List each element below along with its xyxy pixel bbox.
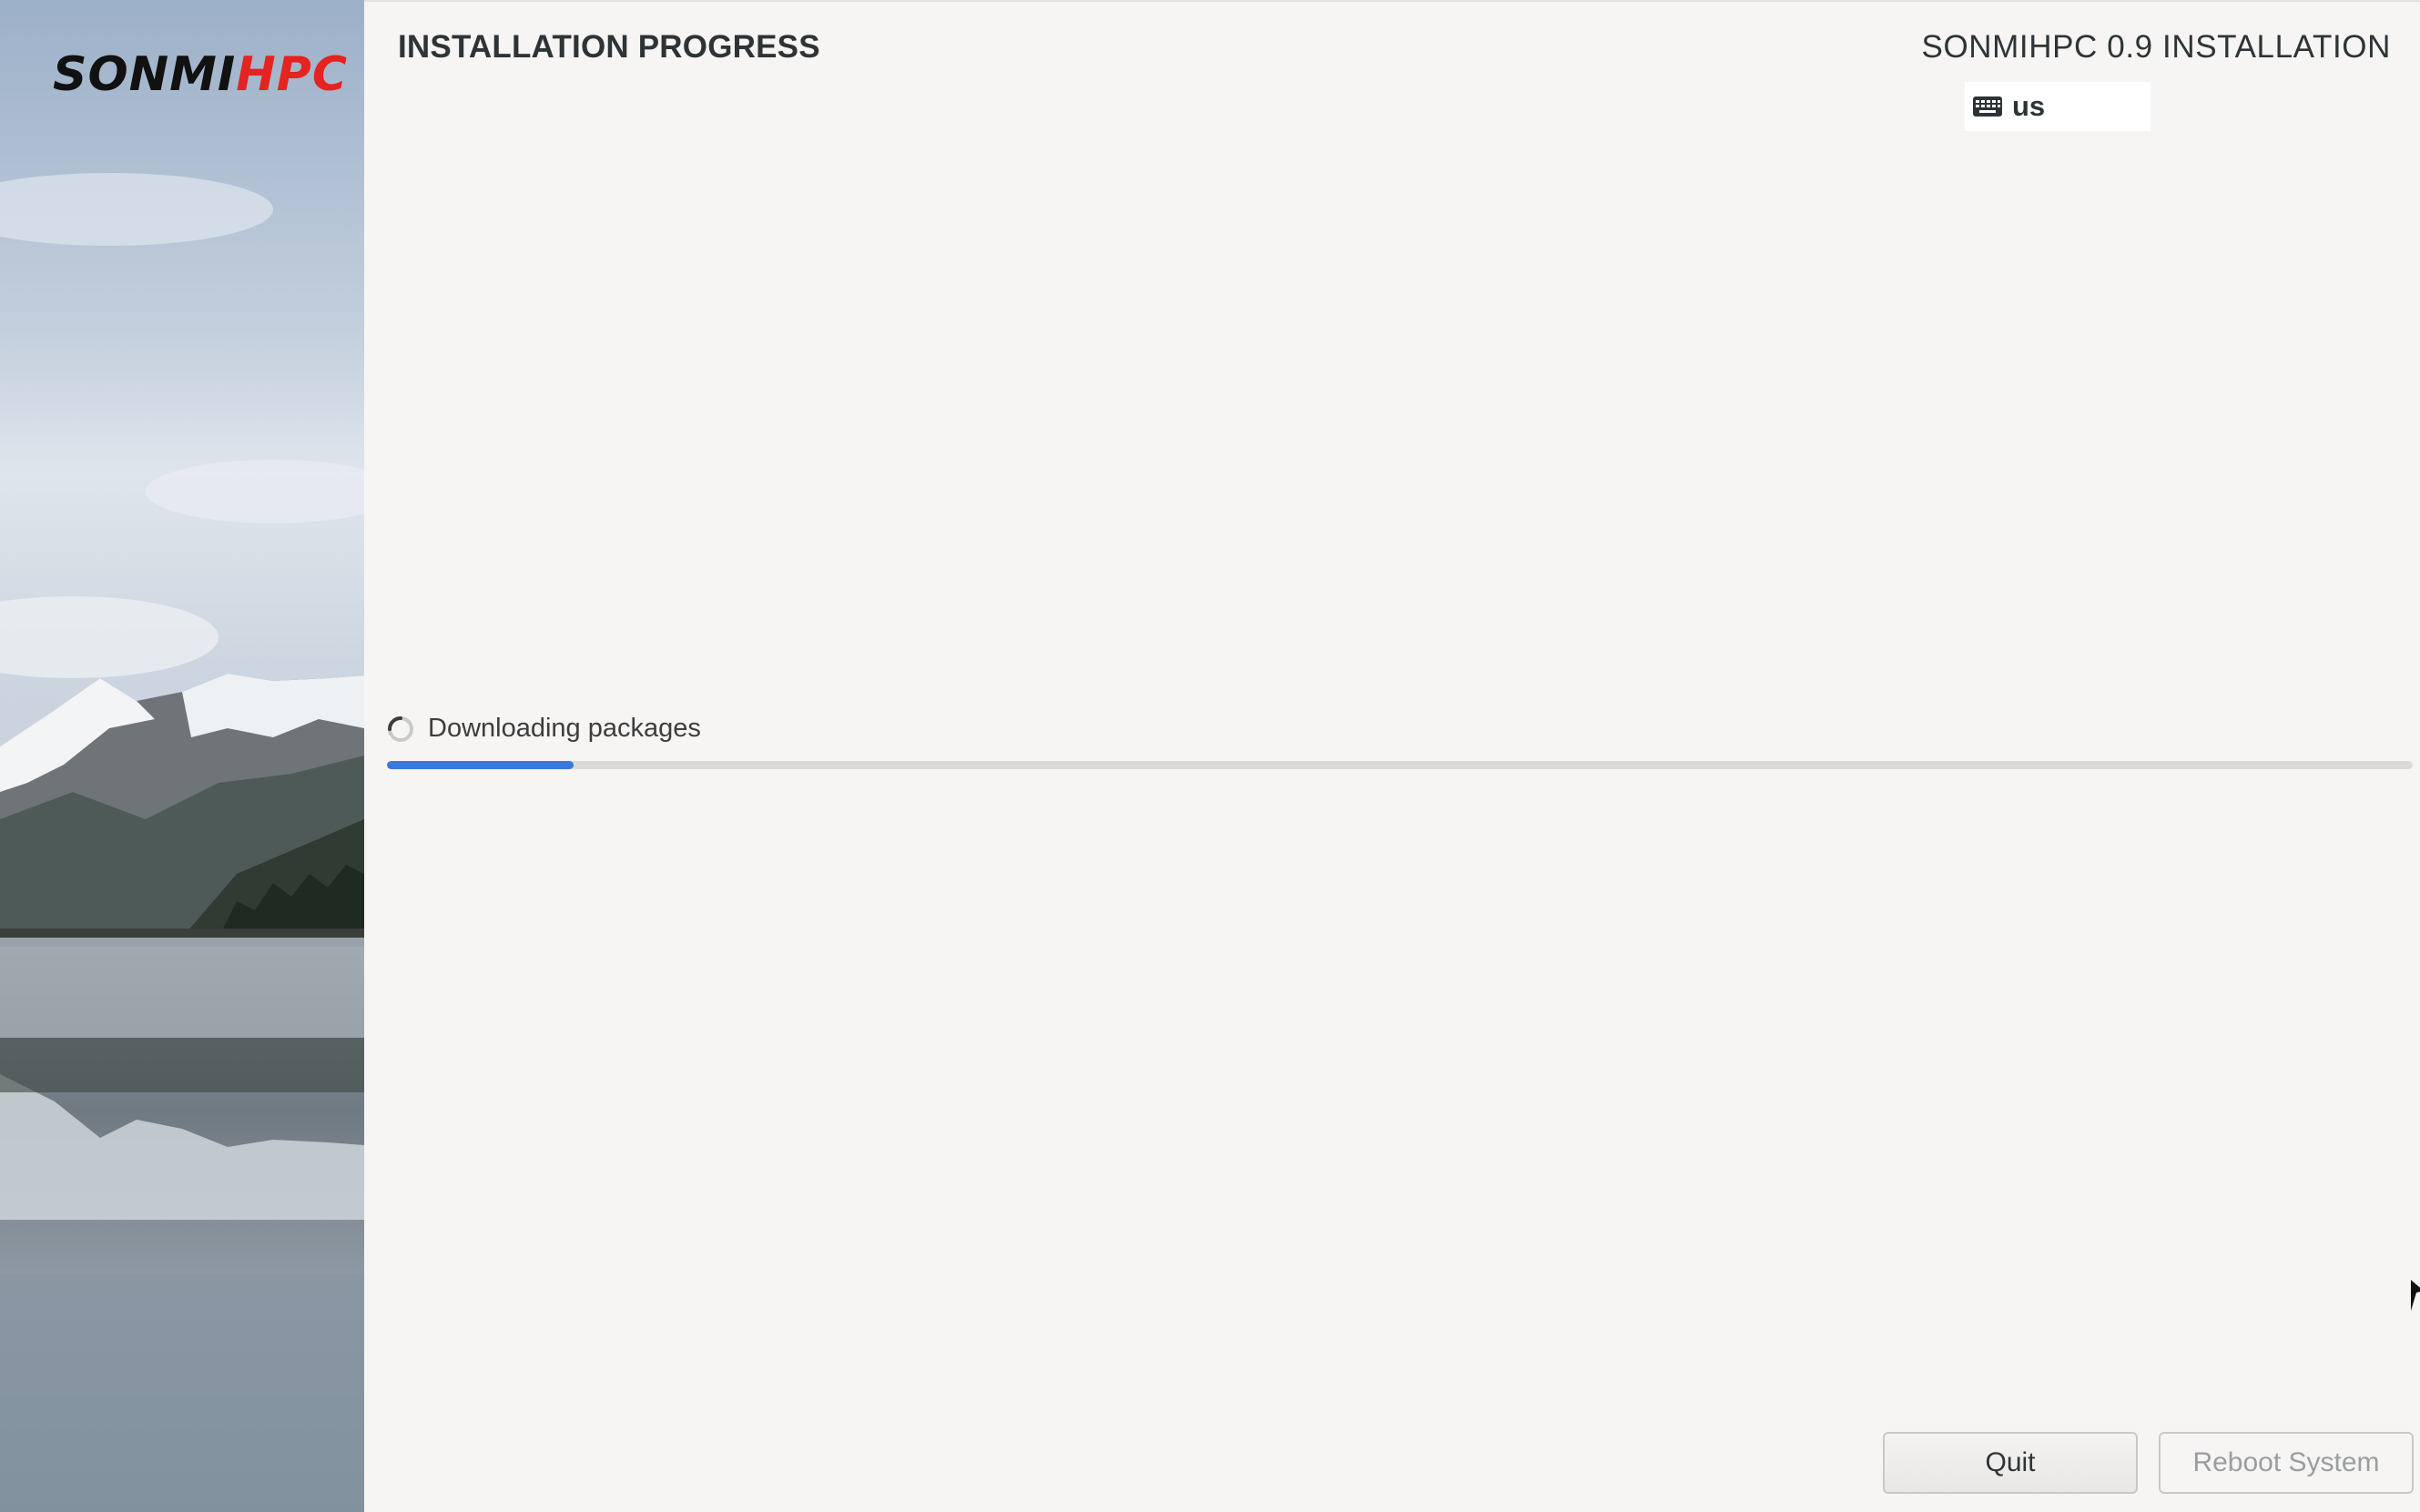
quit-button[interactable]: Quit (1883, 1432, 2138, 1494)
keyboard-icon (1973, 96, 2002, 117)
progress-status: Downloading packages (386, 714, 701, 744)
brand-logo: SONMIHPC (53, 47, 348, 102)
main-content: INSTALLATION PROGRESS SONMIHPC 0.9 INSTA… (364, 0, 2420, 1512)
keyboard-layout-indicator[interactable]: us (1965, 82, 2151, 131)
progress-bar-fill (387, 761, 574, 769)
spinner-icon (388, 715, 413, 742)
sidebar: SONMIHPC (0, 0, 364, 1512)
brand-logo-part2: HPC (236, 47, 349, 102)
progress-bar (387, 761, 2413, 769)
brand-logo-part1: SONMI (53, 47, 237, 102)
mouse-cursor-icon (2411, 1280, 2420, 1311)
keyboard-layout-label: us (2012, 90, 2046, 122)
reboot-system-button[interactable]: Reboot System (2159, 1432, 2414, 1494)
product-title: SONMIHPC 0.9 INSTALLATION (1921, 29, 2391, 65)
page-title: INSTALLATION PROGRESS (398, 29, 820, 65)
progress-status-text: Downloading packages (428, 714, 701, 743)
sidebar-landscape-image (0, 0, 364, 1512)
installer-window: SONMIHPC INSTALLATION PROGRESS SONMIHPC … (0, 0, 2420, 1512)
